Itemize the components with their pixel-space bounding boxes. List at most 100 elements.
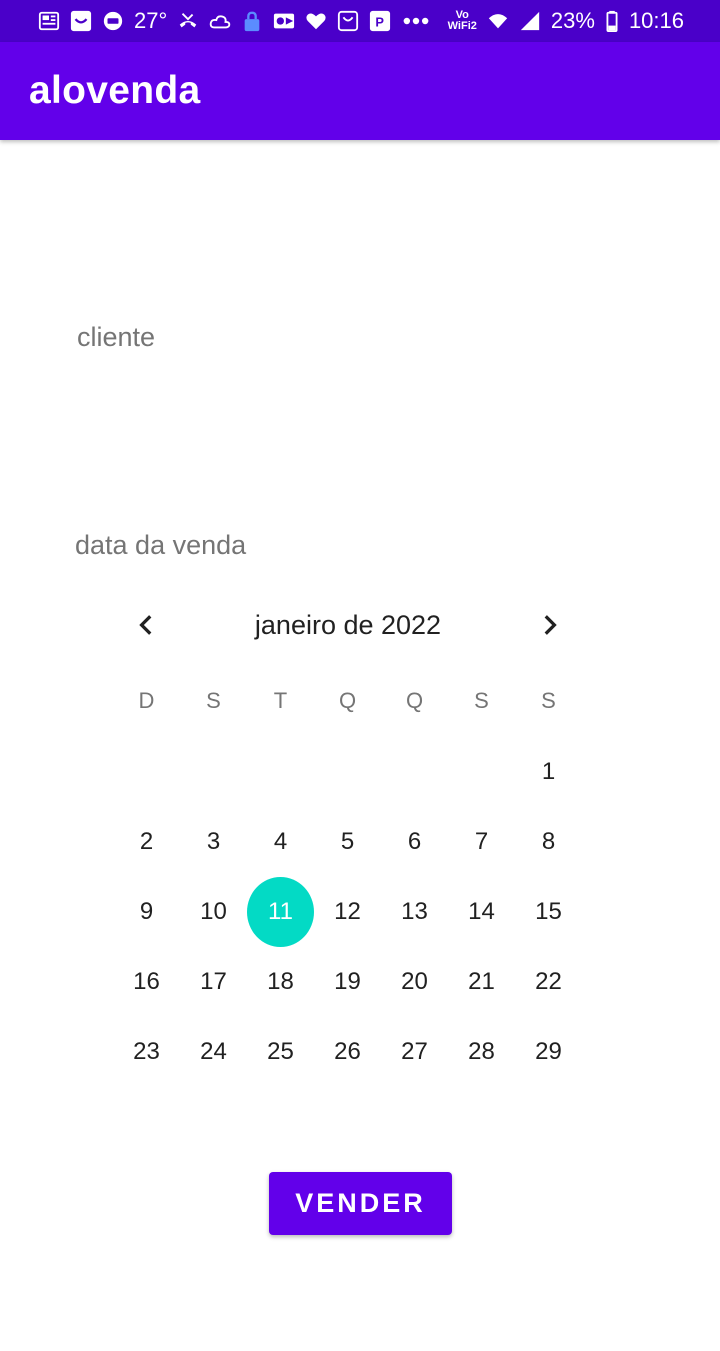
calendar-day[interactable]: 7 bbox=[448, 807, 515, 877]
calendar-day[interactable]: 27 bbox=[381, 1017, 448, 1087]
calendar-day[interactable]: 1 bbox=[515, 737, 582, 807]
empty-day-cell bbox=[180, 737, 247, 807]
calendar-day[interactable]: 17 bbox=[180, 947, 247, 1017]
calendar-day[interactable]: 4 bbox=[247, 807, 314, 877]
calendar-day[interactable]: 20 bbox=[381, 947, 448, 1017]
signal-icon bbox=[519, 10, 541, 32]
calendar-day[interactable]: 16 bbox=[113, 947, 180, 1017]
day-number: 19 bbox=[334, 968, 361, 995]
vowifi-label-bottom: WiFi2 bbox=[447, 20, 477, 32]
calendar-day[interactable]: 14 bbox=[448, 877, 515, 947]
weekday-label: D bbox=[138, 688, 155, 713]
day-number: 22 bbox=[535, 968, 562, 995]
calendar-header: janeiro de 2022 bbox=[113, 600, 583, 650]
day-number: 27 bbox=[401, 1038, 428, 1065]
calendar-day[interactable]: 12 bbox=[314, 877, 381, 947]
calendar-day[interactable]: 28 bbox=[448, 1017, 515, 1087]
empty-day-cell bbox=[113, 737, 180, 807]
weekday-label: S bbox=[206, 688, 221, 713]
missed-call-icon bbox=[177, 10, 199, 32]
weekday-label: S bbox=[541, 688, 556, 713]
wifi-icon bbox=[487, 10, 509, 32]
clock-time: 10:16 bbox=[628, 8, 684, 33]
calendar-day[interactable]: 2 bbox=[113, 807, 180, 877]
previous-month-button[interactable] bbox=[122, 600, 172, 650]
calendar-day[interactable]: 8 bbox=[515, 807, 582, 877]
empty-day-cell bbox=[314, 737, 381, 807]
day-number: 15 bbox=[535, 898, 562, 925]
news-icon bbox=[38, 10, 60, 32]
day-number: 24 bbox=[200, 1038, 227, 1065]
battery-icon bbox=[605, 10, 619, 32]
day-number: 5 bbox=[340, 828, 355, 855]
calendar-day[interactable]: 26 bbox=[314, 1017, 381, 1087]
day-number: 1 bbox=[541, 758, 556, 785]
svg-text:P: P bbox=[376, 15, 385, 30]
smile-app-icon bbox=[70, 10, 92, 32]
weather-app-icon bbox=[102, 10, 124, 32]
calendar-day[interactable]: 21 bbox=[448, 947, 515, 1017]
day-number: 28 bbox=[468, 1038, 495, 1065]
calendar-day[interactable]: 19 bbox=[314, 947, 381, 1017]
day-number: 13 bbox=[401, 898, 428, 925]
day-number: 20 bbox=[401, 968, 428, 995]
calendar-day[interactable]: 9 bbox=[113, 877, 180, 947]
calendar-day[interactable]: 29 bbox=[515, 1017, 582, 1087]
calendar-day[interactable]: 24 bbox=[180, 1017, 247, 1087]
calendar-day[interactable]: 25 bbox=[247, 1017, 314, 1087]
lock-icon bbox=[241, 10, 263, 32]
calendar-day[interactable]: 3 bbox=[180, 807, 247, 877]
day-number: 6 bbox=[407, 828, 422, 855]
calendar-day[interactable]: 23 bbox=[113, 1017, 180, 1087]
day-number: 11 bbox=[247, 877, 314, 947]
calendar-day[interactable]: 13 bbox=[381, 877, 448, 947]
weekday-label: T bbox=[273, 688, 288, 713]
selected-day[interactable]: 11 bbox=[247, 877, 314, 947]
calendar-day[interactable]: 10 bbox=[180, 877, 247, 947]
screen: 27° P Vo WiFi2 23% 10:16 alovenda client… bbox=[0, 0, 720, 1351]
empty-day-cell bbox=[381, 737, 448, 807]
day-number: 17 bbox=[200, 968, 227, 995]
cliente-field[interactable]: cliente bbox=[77, 322, 155, 353]
chevron-right-icon bbox=[544, 615, 557, 635]
weekday-row: DSTQQSS bbox=[113, 688, 583, 724]
parking-icon: P bbox=[369, 10, 391, 32]
day-number: 12 bbox=[334, 898, 361, 925]
day-number: 2 bbox=[139, 828, 154, 855]
next-month-button[interactable] bbox=[524, 600, 574, 650]
calendar-day[interactable]: 6 bbox=[381, 807, 448, 877]
status-bar: 27° P Vo WiFi2 23% 10:16 bbox=[0, 0, 720, 42]
empty-day-cell bbox=[448, 737, 515, 807]
day-number: 4 bbox=[273, 828, 288, 855]
weekday-label: Q bbox=[338, 688, 357, 713]
day-number: 23 bbox=[133, 1038, 160, 1065]
day-number: 21 bbox=[468, 968, 495, 995]
shopping-bag-icon bbox=[337, 10, 359, 32]
day-number: 18 bbox=[267, 968, 294, 995]
empty-day-cell bbox=[247, 737, 314, 807]
day-number: 16 bbox=[133, 968, 160, 995]
vender-button[interactable]: VENDER bbox=[269, 1172, 452, 1235]
calendar-day[interactable]: 18 bbox=[247, 947, 314, 1017]
data-venda-label: data da venda bbox=[75, 530, 247, 560]
day-number: 25 bbox=[267, 1038, 294, 1065]
calendar-day[interactable]: 22 bbox=[515, 947, 582, 1017]
day-number: 29 bbox=[535, 1038, 562, 1065]
chevron-left-icon bbox=[139, 615, 152, 635]
day-number: 9 bbox=[139, 898, 154, 925]
cloud-icon bbox=[209, 10, 231, 32]
weekday-label: S bbox=[474, 688, 489, 713]
status-left: 27° P bbox=[38, 8, 431, 34]
more-dots-icon bbox=[401, 10, 431, 32]
temperature-text: 27° bbox=[134, 8, 168, 33]
day-number: 26 bbox=[334, 1038, 361, 1065]
day-number: 3 bbox=[206, 828, 221, 855]
day-number: 14 bbox=[468, 898, 495, 925]
weekday-label: Q bbox=[405, 688, 424, 713]
calendar-day[interactable]: 5 bbox=[314, 807, 381, 877]
vowifi-label: Vo WiFi2 bbox=[448, 10, 477, 32]
month-title: janeiro de 2022 bbox=[254, 609, 442, 640]
app-title: alovenda bbox=[29, 69, 201, 112]
status-right: Vo WiFi2 23% 10:16 bbox=[448, 8, 684, 34]
calendar-day[interactable]: 15 bbox=[515, 877, 582, 947]
